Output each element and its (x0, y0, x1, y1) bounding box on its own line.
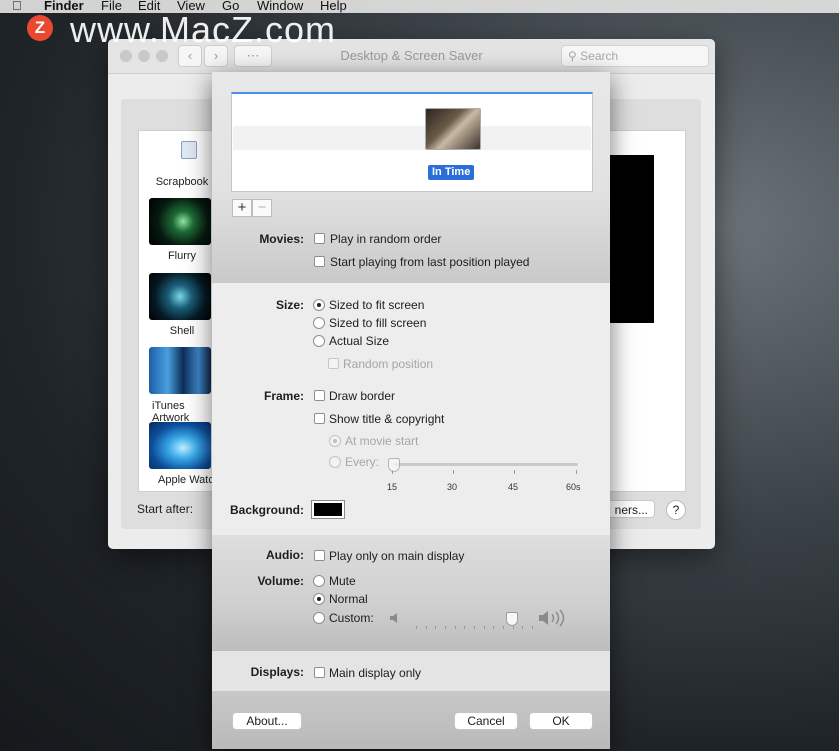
apple-watch-thumbnail[interactable] (149, 422, 211, 469)
movie-list[interactable]: In Time (231, 92, 593, 192)
random-position-text[interactable]: Random position (343, 357, 433, 371)
custom-text[interactable]: Custom: (329, 611, 374, 625)
apple-menu-icon[interactable]:  (12, 0, 22, 13)
every-text[interactable]: Every: (345, 455, 379, 469)
search-icon: ⚲ (568, 49, 577, 63)
shell-thumbnail[interactable] (149, 273, 211, 320)
watermark-logo-icon: Z (27, 15, 53, 41)
search-placeholder: Search (580, 49, 619, 63)
movie-item-label[interactable]: In Time (428, 165, 475, 180)
mute-radio[interactable] (313, 575, 325, 587)
main-display-audio-checkbox[interactable] (314, 550, 325, 561)
volume-tick (483, 626, 485, 629)
volume-tick (474, 626, 475, 629)
screen-preview (606, 155, 654, 323)
volume-slider-ticks (416, 626, 533, 630)
sized-to-fill-text[interactable]: Sized to fill screen (329, 316, 426, 330)
movie-thumbnail[interactable] (425, 108, 481, 150)
volume-high-icon (539, 609, 565, 627)
normal-text[interactable]: Normal (329, 592, 368, 606)
mute-text[interactable]: Mute (329, 574, 356, 588)
volume-tick (532, 626, 533, 629)
volume-tick (503, 626, 504, 629)
watermark-text: www.MacZ.com (70, 9, 337, 50)
normal-radio[interactable] (313, 593, 325, 605)
volume-tick (435, 626, 437, 629)
random-position-checkbox[interactable] (328, 358, 339, 369)
remove-movie-button[interactable]: − (252, 199, 272, 217)
sized-to-fit-radio[interactable] (313, 299, 325, 311)
list-row-stripe (233, 126, 591, 150)
volume-tick (416, 626, 417, 629)
volume-tick (464, 626, 466, 629)
main-display-only-text[interactable]: Main display only (329, 666, 421, 680)
cancel-button[interactable]: Cancel (454, 712, 518, 730)
volume-tick (512, 626, 514, 629)
volume-low-icon (390, 613, 397, 623)
resume-playback-checkbox[interactable] (314, 256, 325, 267)
slider-tick (514, 470, 515, 474)
volume-tick (425, 626, 427, 629)
screensaver-options-sheet: In Time + − Movies: Play in random order… (212, 72, 610, 749)
flurry-thumbnail[interactable] (149, 198, 211, 245)
displays-label: Displays: (250, 665, 304, 679)
start-after-label: Start after: (137, 502, 194, 516)
about-button[interactable]: About... (232, 712, 302, 730)
tick-label-30: 30 (447, 482, 458, 492)
volume-tick (454, 626, 456, 629)
frame-label: Frame: (263, 389, 304, 403)
draw-border-text[interactable]: Draw border (329, 389, 395, 403)
sized-to-fill-radio[interactable] (313, 317, 325, 329)
actual-size-radio[interactable] (313, 335, 325, 347)
background-label: Background: (229, 503, 304, 517)
volume-label: Volume: (257, 574, 304, 588)
add-movie-button[interactable]: + (232, 199, 252, 217)
at-movie-start-text[interactable]: At movie start (345, 434, 418, 448)
every-slider-thumb[interactable] (388, 458, 400, 472)
scrapbook-icon (181, 141, 197, 159)
draw-border-checkbox[interactable] (314, 390, 325, 401)
background-color-well[interactable] (311, 500, 345, 519)
main-display-only-checkbox[interactable] (314, 667, 325, 678)
help-button[interactable]: ? (666, 500, 686, 520)
custom-radio[interactable] (313, 612, 325, 624)
ok-button[interactable]: OK (529, 712, 593, 730)
sized-to-fit-text[interactable]: Sized to fit screen (329, 298, 424, 312)
volume-tick (445, 626, 446, 629)
actual-size-text[interactable]: Actual Size (329, 334, 389, 348)
itunes-artwork-thumbnail[interactable] (149, 347, 211, 394)
tick-label-45: 45 (508, 482, 519, 492)
main-display-audio-text[interactable]: Play only on main display (329, 549, 464, 563)
tick-label-60s: 60s (566, 482, 581, 492)
audio-label: Audio: (266, 548, 304, 562)
resume-playback-text[interactable]: Start playing from last position played (330, 255, 529, 269)
movies-label: Movies: (259, 232, 304, 246)
show-title-text[interactable]: Show title & copyright (329, 412, 444, 426)
volume-tick (493, 626, 495, 629)
tick-label-15: 15 (387, 482, 398, 492)
every-slider-track[interactable] (394, 463, 578, 466)
size-label: Size: (275, 298, 304, 312)
background-color-swatch (314, 503, 342, 516)
every-radio[interactable] (329, 456, 341, 468)
random-order-text[interactable]: Play in random order (330, 232, 441, 246)
show-title-checkbox[interactable] (314, 413, 325, 424)
slider-tick (453, 470, 454, 474)
search-input[interactable]: ⚲ Search (561, 45, 709, 67)
slider-tick (576, 470, 577, 474)
at-movie-start-radio[interactable] (329, 435, 341, 447)
random-order-checkbox[interactable] (314, 233, 325, 244)
volume-tick (522, 626, 524, 629)
